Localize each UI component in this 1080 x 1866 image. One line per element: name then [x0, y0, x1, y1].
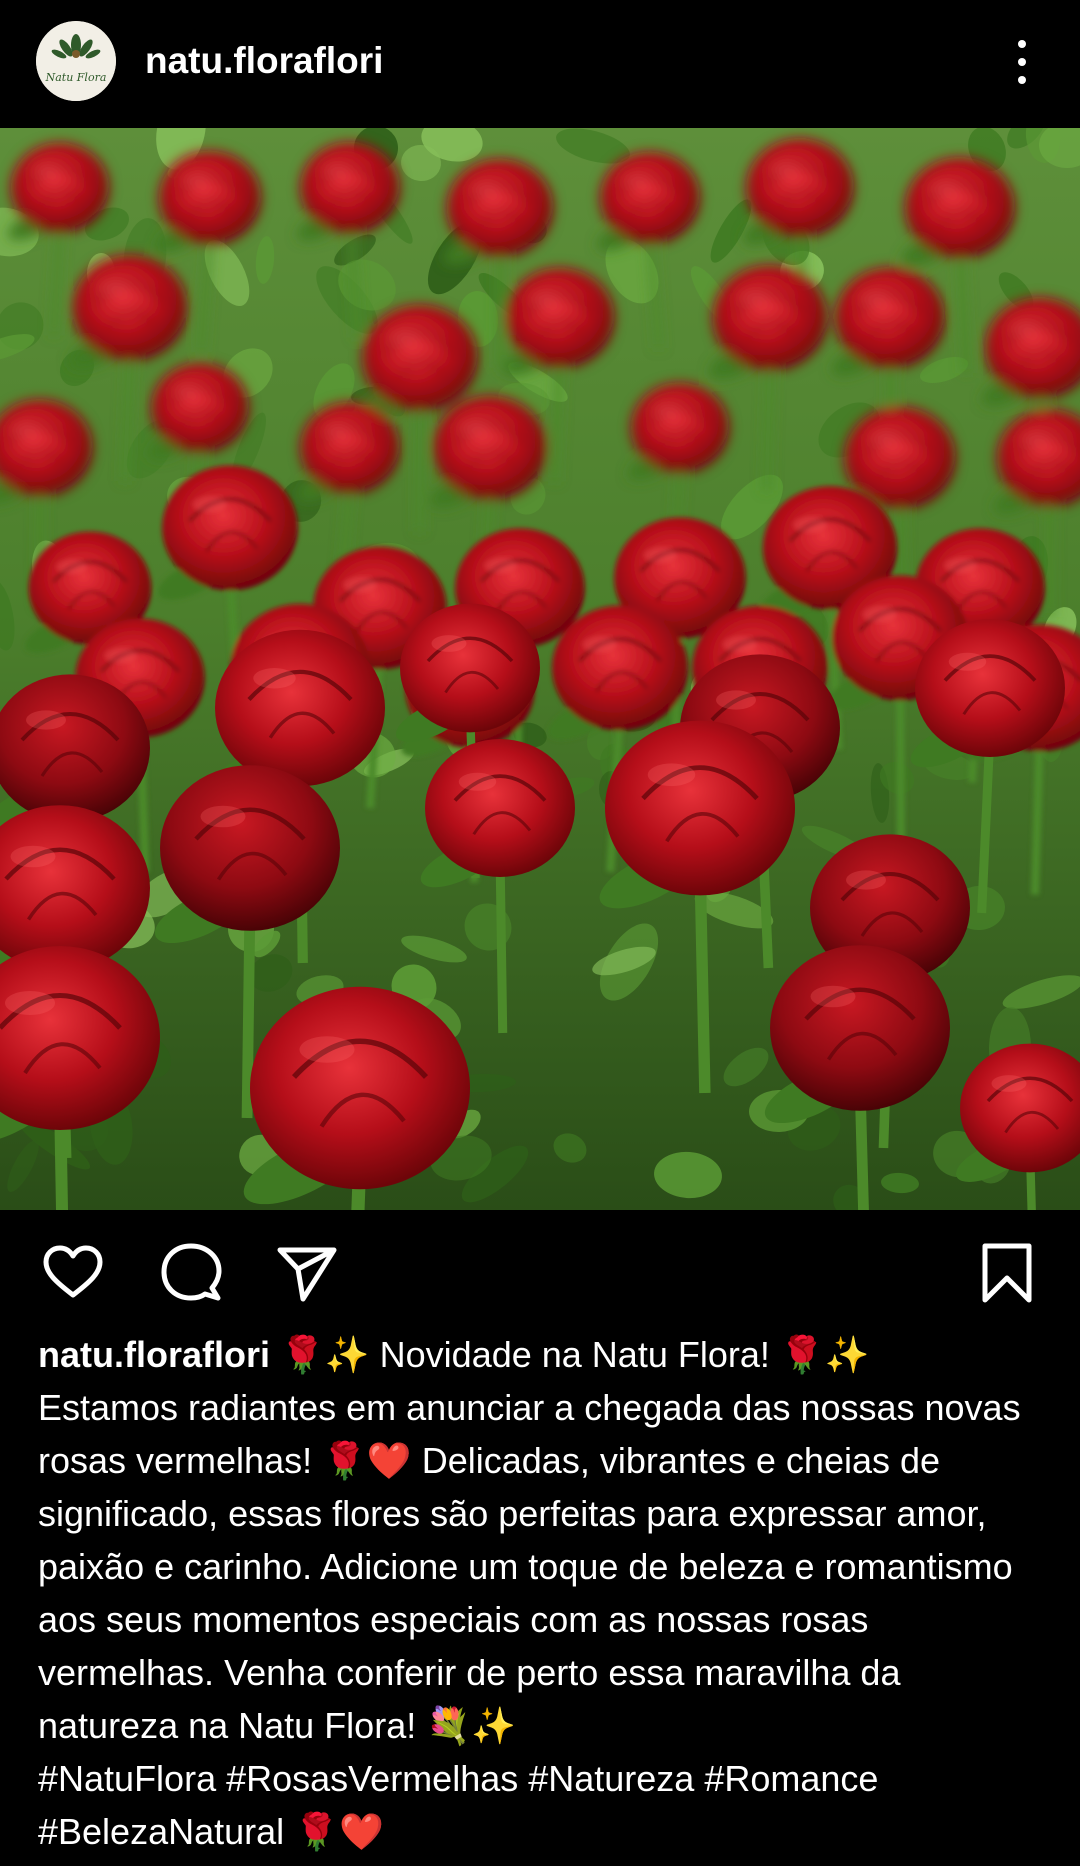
post-caption: natu.floraflori 🌹✨ Novidade na Natu Flor…: [38, 1328, 1048, 1858]
natu-flora-logo-icon: Natu Flora: [36, 21, 116, 101]
comment-icon[interactable]: [160, 1242, 222, 1304]
send-icon[interactable]: [276, 1242, 338, 1304]
post-header: Natu Flora natu.floraflori: [0, 0, 1080, 128]
red-roses-photo: [0, 128, 1080, 1210]
post-action-bar: [0, 1210, 1080, 1332]
heart-icon[interactable]: [42, 1242, 104, 1304]
caption-username[interactable]: natu.floraflori: [38, 1334, 270, 1375]
post-photo[interactable]: [0, 128, 1080, 1210]
avatar[interactable]: Natu Flora: [36, 21, 116, 101]
more-vertical-icon[interactable]: [1004, 36, 1040, 88]
header-username[interactable]: natu.floraflori: [145, 40, 383, 82]
bookmark-icon[interactable]: [976, 1242, 1038, 1304]
caption-text: 🌹✨ Novidade na Natu Flora! 🌹✨ Estamos ra…: [38, 1334, 1021, 1852]
svg-text:Natu Flora: Natu Flora: [45, 71, 107, 84]
